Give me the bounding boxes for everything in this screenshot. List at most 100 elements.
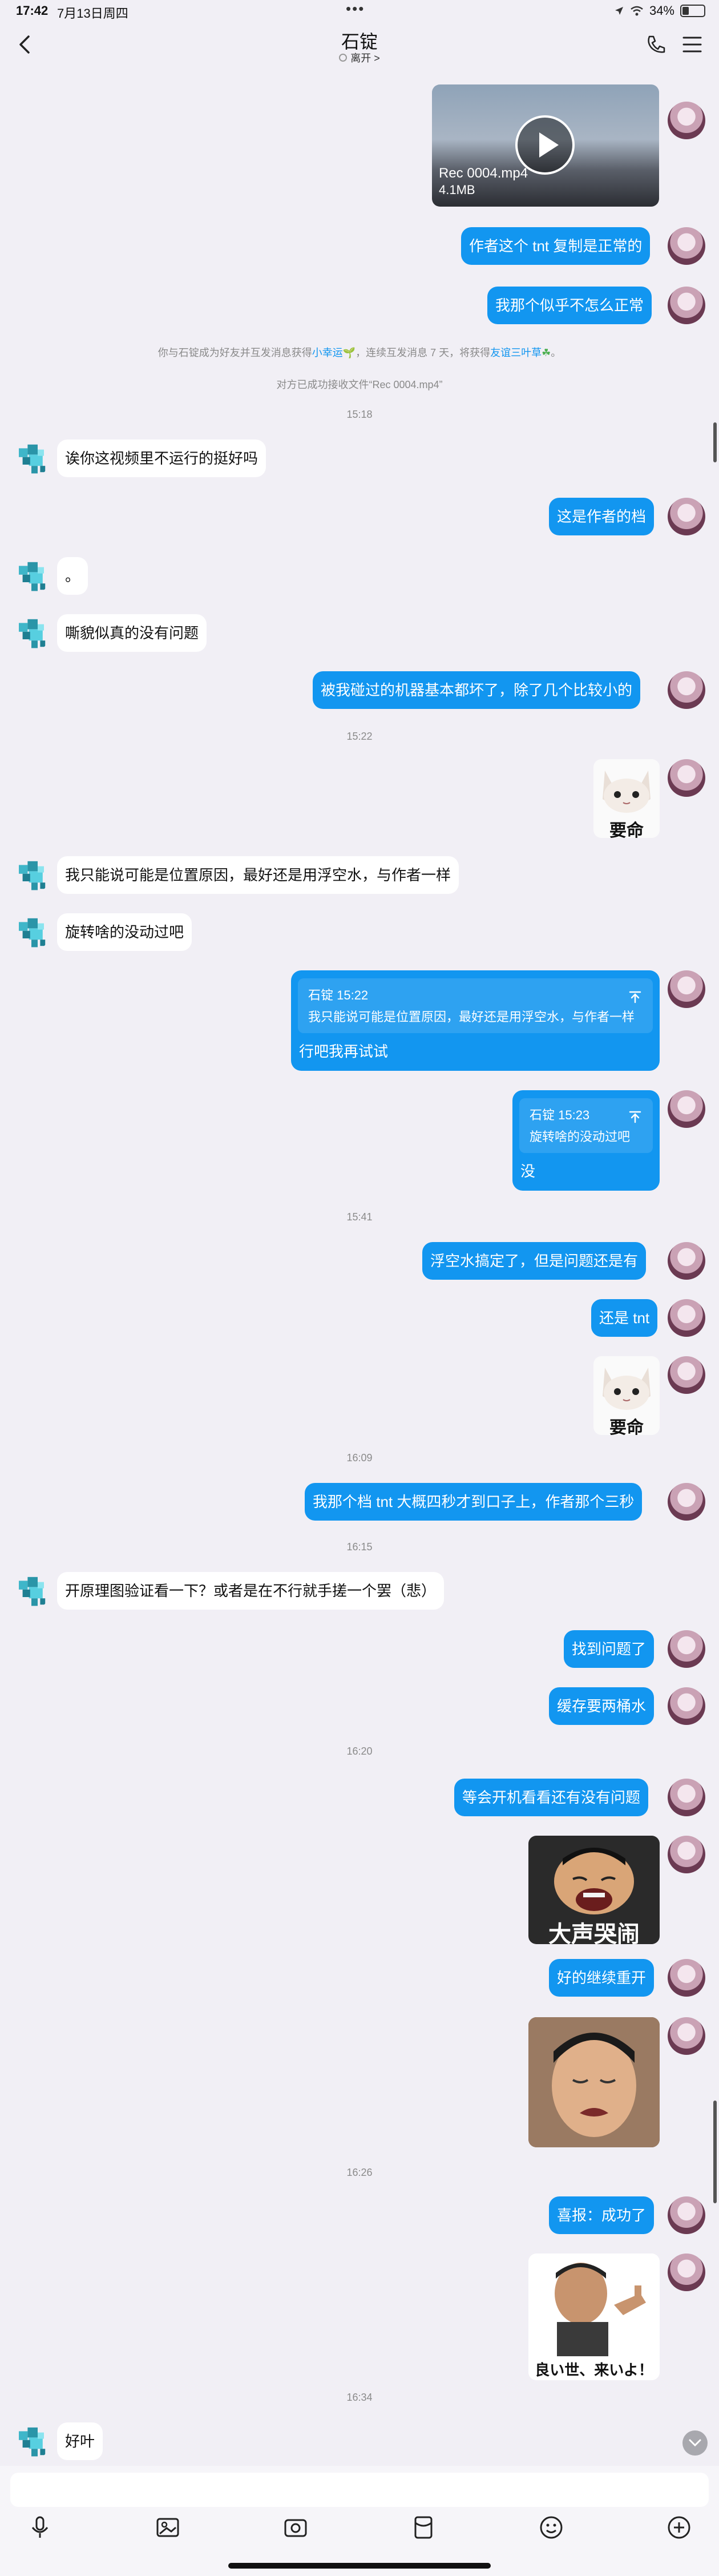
my-avatar[interactable] [668, 1779, 705, 1816]
friend-avatar[interactable] [13, 440, 50, 477]
message-bubble[interactable]: 这是作者的档 [549, 498, 655, 535]
friend-avatar[interactable] [13, 856, 50, 894]
my-avatar[interactable] [668, 1959, 705, 1997]
home-indicator[interactable] [228, 2563, 491, 2569]
my-avatar[interactable] [668, 1356, 705, 1394]
quote-author: 石锭 15:23 [530, 1108, 590, 1122]
status-bar: 17:42 7月13日周四 ••• 34% [0, 0, 719, 23]
my-avatar[interactable] [668, 1687, 705, 1725]
friendship-notice: 你与石锭成为好友并互发消息获得小幸运🌱，连续互发消息 7 天，将获得友谊三叶草☘… [157, 347, 562, 358]
friend-avatar[interactable] [13, 913, 50, 951]
status-time: 17:42 [16, 3, 49, 18]
my-avatar[interactable] [668, 970, 705, 1008]
video-filename: Rec 0004.mp4 [439, 166, 528, 181]
quote-box[interactable]: 石锭 15:22 我只能说可能是位置原因，最好还是用浮空水，与作者一样 [298, 978, 653, 1033]
message-bubble[interactable]: 作者这个 tnt 复制是正常的 [461, 227, 651, 265]
menu-icon[interactable] [681, 34, 703, 55]
sticker-caption: 良い世、来いよ！ [535, 2361, 653, 2379]
scrollbar-thumb[interactable] [713, 422, 717, 462]
message-bubble[interactable]: 被我碰过的机器基本都坏了，除了几个比较小的 [313, 671, 641, 709]
multitask-dots-icon[interactable]: ••• [346, 0, 365, 18]
my-avatar[interactable] [668, 498, 705, 535]
my-avatar[interactable] [668, 1630, 705, 1668]
my-avatar[interactable] [668, 287, 705, 324]
quoted-reply-bubble[interactable]: 石锭 15:22 我只能说可能是位置原因，最好还是用浮空水，与作者一样 行吧我再… [291, 970, 660, 1071]
crying-face-icon [528, 2017, 660, 2147]
my-avatar[interactable] [668, 671, 705, 709]
my-avatar[interactable] [668, 759, 705, 797]
crying-sticker[interactable]: 大声哭闹 [528, 1836, 660, 1944]
scroll-to-bottom-button[interactable] [682, 2430, 708, 2456]
message-bubble[interactable]: 浮空水搞定了，但是问题还是有 [422, 1242, 647, 1280]
my-avatar[interactable] [668, 1090, 705, 1128]
message-bubble[interactable]: 还是 tnt [591, 1299, 658, 1337]
quote-text: 旋转啥的没动过吧 [530, 1130, 631, 1144]
message-bubble[interactable]: 诶你这视频里不运行的挺好吗 [57, 440, 266, 477]
message-bubble[interactable]: 喜报：成功了 [549, 2196, 655, 2234]
cat-sticker[interactable]: 要命 [593, 759, 660, 838]
chevron-down-icon [689, 2439, 701, 2447]
my-avatar[interactable] [668, 2254, 705, 2291]
cat-face-icon [603, 771, 651, 813]
message-bubble[interactable]: 好叶 [57, 2422, 103, 2460]
my-avatar[interactable] [668, 102, 705, 139]
status-dot-icon [339, 54, 348, 62]
quoted-reply-bubble[interactable]: 石锭 15:23 旋转啥的没动过吧 没 [512, 1090, 660, 1191]
quote-jump-icon[interactable] [627, 1107, 644, 1124]
plus-icon[interactable] [665, 2514, 693, 2541]
lucky-tag[interactable]: 小幸运 [312, 347, 343, 358]
timestamp: 16:34 [346, 2392, 373, 2403]
message-bubble[interactable]: 。 [57, 557, 88, 595]
status-text: 离开 > [350, 53, 380, 64]
video-message[interactable]: Rec 0004.mp4 4.1MB [432, 84, 659, 207]
thumbs-up-sticker[interactable]: 良い世、来いよ！ [528, 2254, 660, 2380]
message-bubble[interactable]: 我那个似乎不怎么正常 [487, 287, 652, 324]
timestamp: 16:26 [346, 2167, 373, 2178]
message-bubble[interactable]: 好的继续重开 [549, 1959, 655, 1997]
message-input[interactable] [10, 2473, 709, 2507]
friend-avatar[interactable] [13, 2422, 50, 2460]
battery-percent: 34% [649, 3, 674, 18]
message-bubble[interactable]: 我那个档 tnt 大概四秒才到口子上，作者那个三秒 [305, 1483, 643, 1521]
cat-sticker[interactable]: 要命 [593, 1356, 660, 1435]
message-bubble[interactable]: 等会开机看看还有没有问题 [454, 1779, 649, 1816]
quote-jump-icon[interactable] [627, 987, 644, 1005]
friend-avatar[interactable] [13, 1572, 50, 1610]
message-bubble[interactable]: 嘶貌似真的没有问题 [57, 614, 207, 652]
timestamp: 16:20 [346, 1745, 373, 1757]
camera-icon[interactable] [282, 2514, 309, 2541]
crying-photo-sticker[interactable] [528, 2017, 660, 2147]
message-bubble[interactable]: 我只能说可能是位置原因，最好还是用浮空水，与作者一样 [57, 856, 459, 894]
scrollbar-thumb[interactable] [713, 2101, 717, 2203]
quote-author: 石锭 15:22 [308, 988, 369, 1002]
quote-box[interactable]: 石锭 15:23 旋转啥的没动过吧 [519, 1098, 653, 1153]
quote-text: 我只能说可能是位置原因，最好还是用浮空水，与作者一样 [308, 1010, 635, 1024]
friend-avatar[interactable] [13, 557, 50, 595]
message-bubble[interactable]: 缓存要两桶水 [549, 1687, 655, 1725]
friend-avatar[interactable] [13, 614, 50, 652]
my-avatar[interactable] [668, 1299, 705, 1337]
my-avatar[interactable] [668, 2196, 705, 2234]
my-avatar[interactable] [668, 1483, 705, 1521]
message-bubble[interactable]: 旋转啥的没动过吧 [57, 913, 192, 951]
phone-icon[interactable] [645, 33, 668, 56]
clover-icon: ☘ [542, 347, 551, 358]
contact-status[interactable]: 离开 > [0, 50, 719, 65]
my-avatar[interactable] [668, 227, 705, 265]
video-size: 4.1MB [439, 183, 475, 197]
clover-tag[interactable]: 友谊三叶草 [490, 347, 542, 358]
my-avatar[interactable] [668, 1242, 705, 1280]
my-avatar[interactable] [668, 2017, 705, 2055]
message-bubble[interactable]: 开原理图验证看一下？或者是在不行就手搓一个罢（悲） [57, 1572, 445, 1610]
file-received-notice: 对方已成功接收文件“Rec 0004.mp4” [276, 379, 443, 390]
microphone-icon[interactable] [26, 2514, 54, 2541]
timestamp: 15:18 [346, 409, 373, 420]
location-icon [615, 7, 623, 15]
message-bubble[interactable]: 找到问题了 [564, 1630, 655, 1668]
battery-icon [680, 5, 705, 17]
sprout-icon: 🌱 [342, 347, 356, 358]
red-packet-icon[interactable] [410, 2514, 437, 2541]
image-icon[interactable] [154, 2514, 181, 2541]
my-avatar[interactable] [668, 1836, 705, 1873]
emoji-icon[interactable] [538, 2514, 565, 2541]
